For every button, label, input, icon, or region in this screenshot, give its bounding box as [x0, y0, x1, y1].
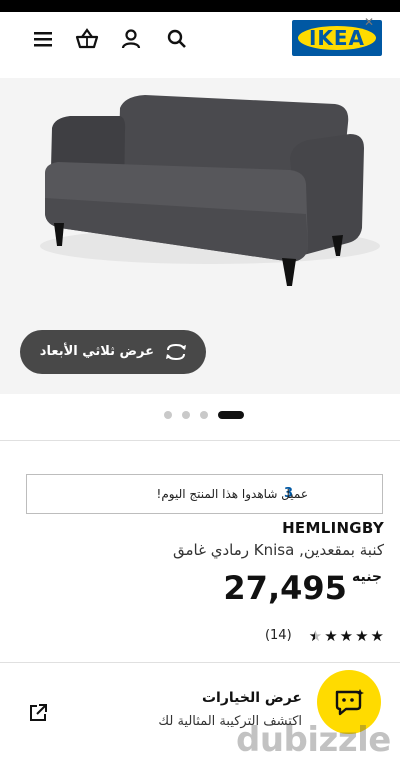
star-icon: ★ [339, 626, 354, 645]
top-header: IKEA ✕ [0, 12, 400, 74]
product-rating[interactable]: (14) ★★★★★★ [265, 625, 384, 645]
product-price: 27,495 جنيه [223, 568, 384, 608]
rotate-3d-icon [166, 343, 186, 361]
view-3d-button[interactable]: عرض ثلاثي الأبعاد [20, 330, 206, 374]
brand-name: IKEA [308, 26, 366, 50]
carousel-dot[interactable] [164, 411, 172, 419]
status-bar [0, 0, 400, 12]
menu-icon[interactable] [30, 26, 56, 52]
view-3d-label: عرض ثلاثي الأبعاد [39, 344, 154, 359]
share-icon[interactable] [28, 703, 48, 723]
product-description: كنبة بمقعدين, Knisa رمادي غامق [173, 541, 384, 559]
price-amount: 27,495 [223, 569, 347, 607]
carousel-dot[interactable] [182, 411, 190, 419]
product-name: HEMLINGBY [282, 519, 384, 537]
dubizzle-watermark: dubizzle [236, 720, 391, 757]
rating-stars: ★★★★★★ [307, 626, 384, 646]
user-icon[interactable] [118, 26, 144, 52]
divider [0, 662, 400, 663]
star-icon: ★ [355, 626, 369, 645]
search-icon[interactable] [164, 26, 190, 52]
viewers-text: عميل شاهدوا هذا المنتج اليوم! [156, 487, 308, 501]
chat-bot-icon [335, 689, 364, 716]
carousel-dot-active[interactable] [218, 411, 244, 419]
carousel-indicator [0, 408, 400, 422]
close-icon[interactable]: ✕ [364, 16, 374, 28]
divider [0, 440, 400, 441]
review-count: (14) [264, 627, 292, 643]
basket-icon[interactable] [74, 26, 100, 52]
half-star-icon: ★★ [308, 626, 323, 645]
viewers-notice: 3 عميل شاهدوا هذا المنتج اليوم! [26, 474, 383, 514]
star-icon: ★ [370, 626, 384, 645]
carousel-dot[interactable] [200, 411, 208, 419]
star-icon: ★ [324, 626, 338, 645]
price-currency: جنيه [351, 569, 382, 585]
options-title[interactable]: عرض الخيارات [202, 690, 302, 706]
